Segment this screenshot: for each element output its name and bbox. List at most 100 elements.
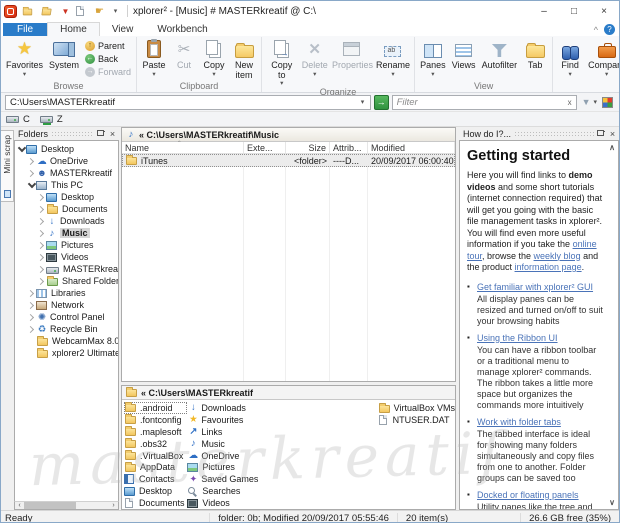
file-item-saved-games[interactable]: ✦ Saved Games [187,473,377,485]
expander-icon[interactable] [27,315,36,320]
drive-z-button[interactable]: Z [39,114,63,125]
system-button[interactable]: System [46,37,82,71]
information-page-link[interactable]: information page [515,262,582,272]
expander-icon[interactable] [37,219,46,224]
tree-item-libraries[interactable]: Libraries [15,287,118,299]
filter-clear-icon[interactable]: x [564,98,576,107]
scroll-right-icon[interactable]: › [109,502,118,509]
help-topic-link[interactable]: Using the Ribbon UI [477,333,558,343]
expander-icon[interactable] [27,171,36,176]
tab-home[interactable]: Home [47,22,100,36]
mini-scrap-tab[interactable]: Mini scrap [1,130,14,202]
delete-button[interactable]: ✕ Delete ▾ [299,37,330,78]
expander-icon[interactable] [37,267,46,272]
file-list-empty-area[interactable] [122,167,455,381]
new-item-button[interactable]: New item [229,37,259,80]
expander-icon[interactable] [17,147,26,151]
expander-icon[interactable] [27,159,36,164]
file-item-onedrive[interactable]: ☁ OneDrive [187,450,377,462]
filter-input[interactable]: Filter x [391,94,577,110]
expander-icon[interactable] [27,327,36,332]
help-scrollbar[interactable]: ∧ ∨ [606,141,618,509]
app-icon[interactable] [4,4,17,18]
help-icon[interactable]: ? [604,24,615,35]
tree-item-documents[interactable]: Documents [15,203,118,215]
favorites-button[interactable]: ★ Favorites ▾ [3,37,46,78]
autofilter-button[interactable]: Autofilter [479,37,521,71]
help-topic-link[interactable]: Docked or floating panels [477,490,579,500]
column-extension[interactable]: Exte... [244,142,286,153]
tree-item-pictures[interactable]: Pictures [15,239,118,251]
panel-grip[interactable] [514,131,594,136]
file-item-links[interactable]: ↗ Links [187,426,377,438]
tree-item-videos[interactable]: Videos [15,251,118,263]
rename-button[interactable]: Rename ▾ [374,37,412,78]
scroll-down-icon[interactable]: ∨ [609,498,615,507]
tab-workbench[interactable]: Workbench [145,23,219,36]
panel-close-icon[interactable]: × [108,129,117,139]
address-bar[interactable]: C:\Users\MASTERkreatif ▾ [5,94,371,110]
expander-icon[interactable] [27,303,36,308]
file-row-itunes[interactable]: iTunes <folder> ----D... 20/09/2017 06:0… [122,154,455,167]
scroll-up-icon[interactable]: ∧ [609,143,615,152]
expander-icon[interactable] [37,255,46,260]
file-item-virtualbox-vms[interactable]: VirtualBox VMs [378,402,455,414]
qat-hand-icon[interactable]: ☛ [93,4,106,18]
scroll-left-icon[interactable]: ‹ [15,502,24,509]
tree-item-network[interactable]: Network [15,299,118,311]
find-button[interactable]: Find ▾ [555,37,585,78]
expander-icon[interactable] [27,183,36,187]
tree-item-user-drive[interactable]: MASTERkreatif [15,263,118,275]
copy-button[interactable]: Copy ▾ [199,37,229,78]
file-item-favourites[interactable]: ★ Favourites [187,414,377,426]
go-button[interactable]: → [373,94,389,110]
tree-item-shared-folders[interactable]: Shared Folders [15,275,118,287]
expander-icon[interactable] [27,291,36,296]
address-dropdown-icon[interactable]: ▾ [356,98,370,106]
bottom-pane-pathbar[interactable]: « C:\Users\MASTERkreatif [122,386,455,400]
color-coding-icon[interactable] [602,96,613,108]
tree-item-webcammax[interactable]: WebcamMax 8.0.7. [15,335,118,347]
close-button[interactable]: × [589,1,619,21]
filter-dropdown-icon[interactable]: ▾ [593,98,597,106]
tree-item-xplorer2[interactable]: xplorer2 Ultimate 3 [15,347,118,359]
tree-item-music-selected[interactable]: ♪ Music [15,227,118,239]
column-size[interactable]: Size [286,142,330,153]
top-pane-pathbar[interactable]: ♪ « C:\Users\MASTERkreatif\Music [122,128,455,142]
file-item-videos[interactable]: Videos [187,497,377,509]
column-name[interactable]: Name ˆ [122,140,244,153]
file-item[interactable]: .VirtualBox [124,450,187,462]
qat-open-folder-icon[interactable] [40,4,56,18]
tab-view[interactable]: View [100,23,146,36]
expander-icon[interactable] [37,195,46,200]
column-attributes[interactable]: Attrib... [330,142,368,153]
file-item-documents[interactable]: Documents [124,497,187,509]
compare-button[interactable]: Compare ▾ [585,37,619,78]
file-item-contacts[interactable]: Contacts [124,473,187,485]
expander-icon[interactable] [37,207,46,212]
pin-icon[interactable] [597,129,605,138]
tree-item-recycle-bin[interactable]: ♻ Recycle Bin [15,323,118,335]
filter-funnel-icon[interactable]: ▼ [582,97,591,107]
file-item-downloads[interactable]: ↓ Downloads [187,402,377,414]
help-topic-link[interactable]: Get familiar with xplorer² GUI [477,282,593,292]
tree-item-onedrive[interactable]: ☁ OneDrive [15,155,118,167]
tree-hscrollbar[interactable]: ‹ › [14,501,119,510]
cut-button[interactable]: ✂ Cut [169,37,199,71]
collapse-ribbon-icon[interactable]: ^ [594,25,598,35]
file-item[interactable]: .fontconfig [124,414,187,426]
qat-dropdown-icon[interactable]: ▾ [109,4,122,18]
address-path[interactable]: C:\Users\MASTERkreatif [6,97,356,108]
tree-item-downloads[interactable]: ↓ Downloads [15,215,118,227]
file-item-desktop[interactable]: Desktop [124,485,187,497]
views-button[interactable]: Views [449,37,479,71]
properties-button[interactable]: Properties [330,37,374,71]
tree-item-user[interactable]: ☻ MASTERkreatif [15,167,118,179]
paste-button[interactable]: Paste ▾ [139,37,169,78]
scroll-thumb[interactable] [24,502,76,509]
expander-icon[interactable] [37,279,46,284]
drive-c-button[interactable]: C [6,114,30,125]
qat-document-icon[interactable] [75,4,90,18]
column-modified[interactable]: Modified [368,142,455,153]
tree-item-this-pc[interactable]: This PC [15,179,118,191]
